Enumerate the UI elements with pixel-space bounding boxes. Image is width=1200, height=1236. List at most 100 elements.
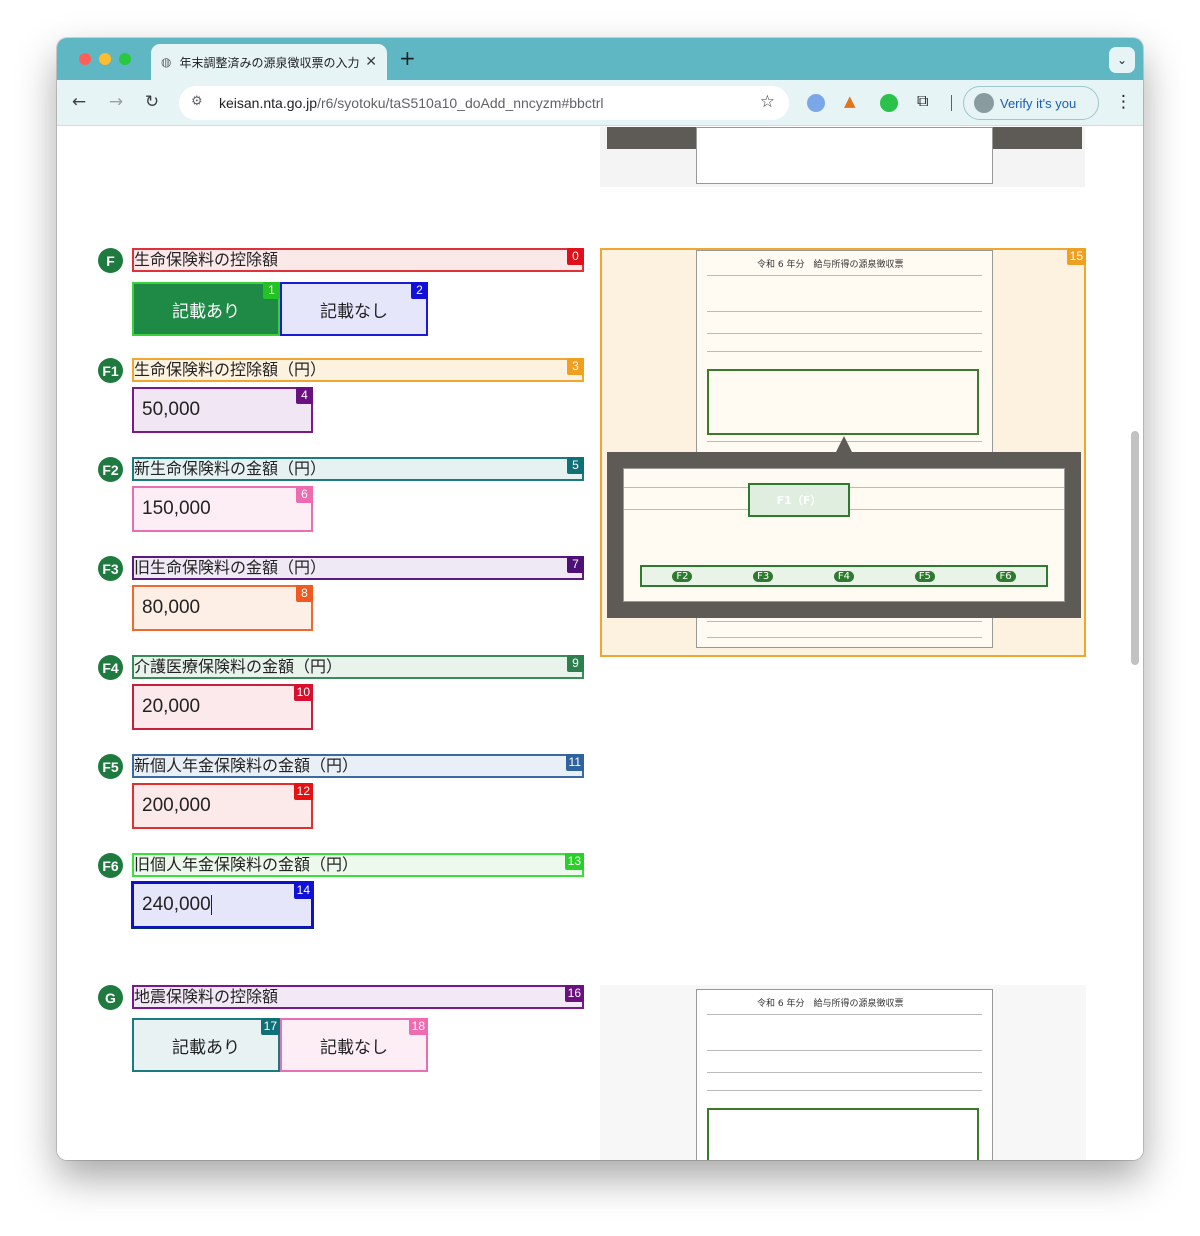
maximize-window-icon[interactable] xyxy=(119,53,131,65)
address-bar[interactable]: ⚙ keisan.nta.go.jp/r6/syotoku/taS510a10_… xyxy=(179,86,789,120)
old-life-insurance-label: 旧生命保険料の金額（円） 7 xyxy=(132,556,584,580)
callout-marker-row: F2 F3 F4 F5 F6 xyxy=(640,565,1048,587)
badge: 3 xyxy=(567,358,584,375)
form-title: 令和 6 年分 給与所得の源泉徴収票 xyxy=(757,260,904,270)
callout-zoom-frame: F1（F） F2 F3 F4 F5 F6 xyxy=(607,452,1081,618)
form-line xyxy=(707,1072,982,1073)
old-life-insurance-input[interactable]: 80,000 8 xyxy=(132,585,313,631)
form-line xyxy=(707,637,982,638)
reference-paper-top xyxy=(696,127,993,184)
fox-extension-icon[interactable]: ▲ xyxy=(844,92,856,110)
nursing-insurance-input[interactable]: 20,000 10 xyxy=(132,684,313,730)
reload-icon[interactable]: ↻ xyxy=(141,92,163,112)
globe-icon: ◍ xyxy=(161,55,172,69)
life-insurance-no-button[interactable]: 記載なし 2 xyxy=(280,282,428,336)
label-text: 新個人年金保険料の金額（円） xyxy=(134,756,359,775)
badge: 9 xyxy=(567,655,584,672)
bookmark-star-icon[interactable]: ☆ xyxy=(760,92,775,112)
badge: 16 xyxy=(564,985,584,1002)
new-tab-icon[interactable]: + xyxy=(399,46,416,70)
form-line xyxy=(707,1090,982,1091)
badge: 11 xyxy=(565,754,584,771)
badge: 17 xyxy=(260,1018,280,1035)
extensions-puzzle-icon[interactable]: ⧉ xyxy=(917,91,928,111)
close-tab-icon[interactable]: ✕ xyxy=(365,54,377,70)
earthquake-insurance-no-button[interactable]: 記載なし 18 xyxy=(280,1018,428,1072)
callout-f1-label: F1（F） xyxy=(748,483,850,517)
page-content: F 生命保険料の控除額 0 記載あり 1 記載なし 2 F1 生命保険料の控除額… xyxy=(57,127,1143,1160)
marker-f6: F6 xyxy=(98,853,123,878)
text-cursor xyxy=(210,894,212,915)
badge: 7 xyxy=(567,556,584,573)
input-value: 200,000 xyxy=(142,795,211,816)
minimize-window-icon[interactable] xyxy=(99,53,111,65)
callout-marker-f5: F5 xyxy=(914,570,935,582)
verify-profile-button[interactable]: Verify it's you xyxy=(963,86,1099,120)
badge: 0 xyxy=(567,248,584,265)
life-insurance-amount-input[interactable]: 50,000 4 xyxy=(132,387,313,433)
earthquake-insurance-deduction-label: 地震保険料の控除額 16 xyxy=(132,985,584,1009)
new-pension-insurance-label: 新個人年金保険料の金額（円） 11 xyxy=(132,754,584,778)
form-line xyxy=(707,1050,982,1051)
new-life-insurance-input[interactable]: 150,000 6 xyxy=(132,486,313,532)
close-window-icon[interactable] xyxy=(79,53,91,65)
new-pension-insurance-input[interactable]: 200,000 12 xyxy=(132,783,313,829)
marker-f4: F4 xyxy=(98,655,123,680)
label-text: 旧生命保険料の金額（円） xyxy=(134,558,327,577)
input-value: 80,000 xyxy=(142,597,201,618)
label-text: 生命保険料の控除額（円） xyxy=(134,360,327,379)
menu-kebab-icon[interactable]: ⋮ xyxy=(1115,92,1132,112)
marker-f1: F1 xyxy=(98,358,123,383)
back-icon[interactable]: ← xyxy=(68,92,90,112)
label-text: 介護医療保険料の金額（円） xyxy=(134,657,343,676)
green-extension-icon[interactable] xyxy=(880,94,898,112)
highlighted-deduction-area-lower xyxy=(707,1108,979,1160)
old-pension-insurance-label: 旧個人年金保険料の金額（円） 13 xyxy=(132,853,584,877)
label-text: 生命保険料の控除額 xyxy=(134,250,279,269)
marker-g: G xyxy=(98,985,123,1010)
tab-search-icon[interactable]: ⌄ xyxy=(1109,47,1135,73)
reference-image-life-insurance: 15 令和 6 年分 給与所得の源泉徴収票 F1（F） F2 F3 F4 F5 … xyxy=(600,248,1086,657)
extension-icon-1[interactable] xyxy=(807,94,825,112)
browser-tab[interactable]: ◍ 年末調整済みの源泉徴収票の入力 ✕ xyxy=(151,44,387,80)
button-label: 記載なし xyxy=(320,301,388,322)
marker-f3: F3 xyxy=(98,556,123,581)
callout-arrow-icon xyxy=(836,436,852,452)
badge: 6 xyxy=(296,486,313,503)
life-insurance-deduction-label: 生命保険料の控除額 0 xyxy=(132,248,584,272)
badge: 12 xyxy=(293,783,313,800)
toolbar-divider xyxy=(951,95,952,111)
form-line xyxy=(707,275,982,276)
form-title-lower: 令和 6 年分 給与所得の源泉徴収票 xyxy=(757,999,904,1009)
earthquake-insurance-yes-button[interactable]: 記載あり 17 xyxy=(132,1018,280,1072)
avatar xyxy=(974,93,994,113)
label-text: 旧個人年金保険料の金額（円） xyxy=(134,855,359,874)
forward-icon[interactable]: → xyxy=(105,92,127,112)
button-label: 記載なし xyxy=(320,1037,388,1058)
button-label: 記載あり xyxy=(172,301,240,322)
badge: 18 xyxy=(408,1018,428,1035)
callout-zoom-paper: F1（F） F2 F3 F4 F5 F6 xyxy=(623,468,1065,602)
scrollbar-thumb[interactable] xyxy=(1131,431,1139,665)
badge: 13 xyxy=(564,853,584,870)
site-info-icon[interactable]: ⚙ xyxy=(191,93,203,109)
url-host: keisan.nta.go.jp xyxy=(219,95,318,111)
life-insurance-yes-button[interactable]: 記載あり 1 xyxy=(132,282,280,336)
callout-marker-f6: F6 xyxy=(995,570,1016,582)
badge: 14 xyxy=(293,882,313,899)
reference-image-earthquake: 令和 6 年分 給与所得の源泉徴収票 xyxy=(600,985,1086,1160)
badge: 1 xyxy=(263,282,280,299)
input-value: 240,000 xyxy=(142,894,211,915)
callout-marker-f3: F3 xyxy=(753,570,774,582)
input-value: 20,000 xyxy=(142,696,201,717)
highlighted-deduction-area xyxy=(707,369,979,435)
profile-label: Verify it's you xyxy=(1000,95,1077,111)
label-text: 新生命保険料の金額（円） xyxy=(134,459,327,478)
marker-f2: F2 xyxy=(98,457,123,482)
tab-bar: ◍ 年末調整済みの源泉徴収票の入力 ✕ + ⌄ xyxy=(57,38,1143,80)
old-pension-insurance-input[interactable]: 240,000 14 xyxy=(132,882,313,928)
badge: 15 xyxy=(1066,248,1086,265)
badge: 2 xyxy=(411,282,428,299)
button-label: 記載あり xyxy=(172,1037,240,1058)
new-life-insurance-label: 新生命保険料の金額（円） 5 xyxy=(132,457,584,481)
